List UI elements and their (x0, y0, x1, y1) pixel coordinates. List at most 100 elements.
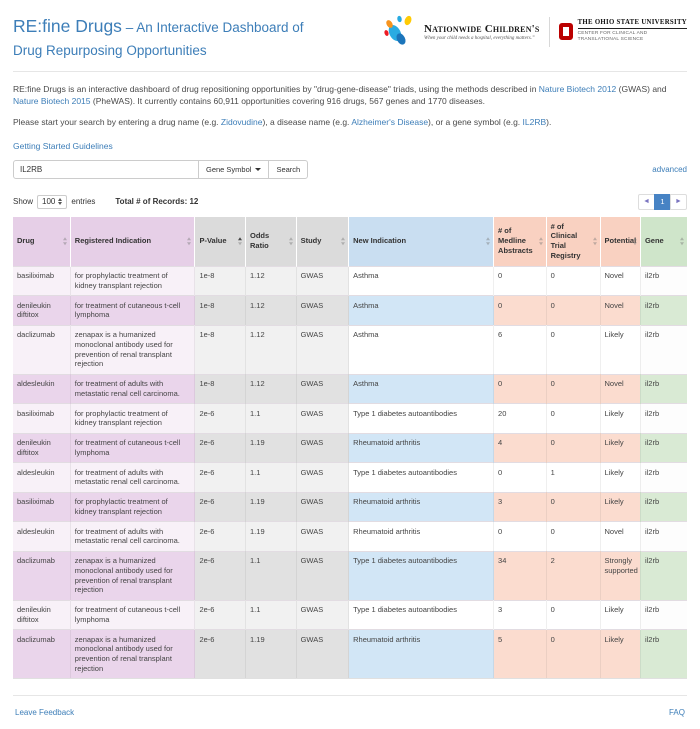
intro: RE:fine Drugs is an interactive dashboar… (13, 83, 687, 160)
cell-drug: aldesleukin (13, 522, 70, 552)
il2rb-example-link[interactable]: IL2RB (523, 117, 547, 127)
nature-biotech-2015-link[interactable]: Nature Biotech 2015 (13, 96, 91, 106)
faq-link[interactable]: FAQ (669, 708, 685, 717)
column-header-new_indication[interactable]: New Indication (349, 217, 494, 267)
cell-pvalue: 1e-8 (195, 266, 246, 296)
sort-icon (341, 237, 345, 245)
column-header-potential[interactable]: Potential (600, 217, 640, 267)
cell-study: GWAS (296, 325, 349, 374)
cell-pvalue: 2e-6 (195, 492, 246, 522)
pagination-page-1-button[interactable]: 1 (654, 194, 671, 210)
cell-drug: aldesleukin (13, 374, 70, 404)
cell-indication: for treatment of adults with metastatic … (70, 522, 195, 552)
cell-new_indication: Asthma (349, 325, 494, 374)
entries-label: entries (71, 197, 95, 206)
cell-potential: Likely (600, 630, 640, 679)
cell-potential: Novel (600, 266, 640, 296)
column-header-gene[interactable]: Gene (640, 217, 687, 267)
intro-text: ). (546, 117, 551, 127)
search-type-dropdown[interactable]: Gene Symbol (198, 160, 269, 179)
cell-drug: aldesleukin (13, 463, 70, 493)
osu-text: The Ohio State University CENTER FOR CLI… (578, 19, 687, 43)
alzheimers-example-link[interactable]: Alzheimer's Disease (351, 117, 428, 127)
cell-medline: 20 (494, 404, 547, 434)
table-row: daclizumabzenapax is a humanized monoclo… (13, 325, 687, 374)
search-input[interactable] (13, 160, 199, 179)
cell-gene: il2rb (640, 325, 687, 374)
sort-icon (486, 237, 490, 245)
cell-pvalue: 2e-6 (195, 551, 246, 600)
cell-medline: 3 (494, 492, 547, 522)
osu-name: The Ohio State University (578, 19, 687, 29)
nature-biotech-2012-link[interactable]: Nature Biotech 2012 (539, 84, 617, 94)
advanced-search-link[interactable]: advanced (652, 165, 687, 174)
cell-new_indication: Type 1 diabetes autoantibodies (349, 551, 494, 600)
column-header-clinical[interactable]: # of Clinical Trial Registry (546, 217, 600, 267)
cell-gene: il2rb (640, 492, 687, 522)
sort-icon (238, 237, 242, 245)
cell-pvalue: 2e-6 (195, 630, 246, 679)
results-table-head: Drug Registered IndicationP-ValueOdds Rat… (13, 217, 687, 267)
table-row: denileukin diftitoxfor treatment of cuta… (13, 433, 687, 463)
cell-medline: 0 (494, 266, 547, 296)
column-header-odds[interactable]: Odds Ratio (246, 217, 297, 267)
cell-gene: il2rb (640, 600, 687, 630)
cell-indication: for prophylactic treatment of kidney tra… (70, 266, 195, 296)
sort-icon (289, 237, 293, 245)
column-header-study[interactable]: Study (296, 217, 349, 267)
leave-feedback-link[interactable]: Leave Feedback (15, 708, 74, 717)
footer: Leave Feedback FAQ (13, 695, 687, 721)
cell-drug: basiliximab (13, 266, 70, 296)
cell-clinical: 0 (546, 404, 600, 434)
cell-new_indication: Rheumatoid arthritis (349, 492, 494, 522)
table-row: daclizumabzenapax is a humanized monoclo… (13, 551, 687, 600)
cell-odds: 1.19 (246, 522, 297, 552)
cell-clinical: 0 (546, 433, 600, 463)
cell-odds: 1.12 (246, 296, 297, 326)
cell-clinical: 1 (546, 463, 600, 493)
cell-odds: 1.12 (246, 325, 297, 374)
pagination-prev-button[interactable]: ◄ (638, 194, 655, 210)
pagination: ◄ 1 ► (639, 194, 687, 210)
cell-odds: 1.19 (246, 492, 297, 522)
show-label: Show (13, 197, 33, 206)
cell-indication: zenapax is a humanized monoclonal antibo… (70, 325, 195, 374)
cell-potential: Likely (600, 463, 640, 493)
column-header-pvalue[interactable]: P-Value (195, 217, 246, 267)
cell-study: GWAS (296, 433, 349, 463)
select-arrows-icon (58, 198, 62, 205)
title-emphasis: RE:fine Drugs (13, 16, 122, 36)
butterflies-icon (383, 14, 421, 49)
table-controls: Show 100 entries Total # of Records: 12 … (13, 194, 687, 210)
getting-started-guidelines-link[interactable]: Getting Started Guidelines (13, 141, 113, 151)
cell-indication: for treatment of cutaneous t-cell lympho… (70, 296, 195, 326)
zidovudine-example-link[interactable]: Zidovudine (221, 117, 263, 127)
cell-gene: il2rb (640, 404, 687, 434)
cell-odds: 1.1 (246, 600, 297, 630)
cell-medline: 3 (494, 600, 547, 630)
cell-clinical: 0 (546, 630, 600, 679)
table-row: denileukin diftitoxfor treatment of cuta… (13, 296, 687, 326)
cell-odds: 1.12 (246, 266, 297, 296)
cell-study: GWAS (296, 522, 349, 552)
column-header-drug[interactable]: Drug (13, 217, 70, 267)
cell-clinical: 0 (546, 492, 600, 522)
ohio-state-logo: The Ohio State University CENTER FOR CLI… (559, 19, 687, 43)
pagination-next-button[interactable]: ► (670, 194, 687, 210)
nationwide-childrens-logo: Nationwide Children's When your child ne… (383, 14, 540, 49)
entries-per-page-select[interactable]: 100 (37, 195, 67, 209)
cell-gene: il2rb (640, 522, 687, 552)
cell-potential: Likely (600, 404, 640, 434)
cell-clinical: 0 (546, 296, 600, 326)
column-header-indication[interactable]: Registered Indication (70, 217, 195, 267)
cell-potential: Strongly supported (600, 551, 640, 600)
search-button[interactable]: Search (268, 160, 308, 179)
cell-clinical: 2 (546, 551, 600, 600)
cell-drug: daclizumab (13, 630, 70, 679)
chevron-down-icon (255, 168, 261, 171)
cell-odds: 1.12 (246, 374, 297, 404)
sort-icon (187, 237, 191, 245)
column-label: Drug (17, 236, 35, 245)
cell-medline: 34 (494, 551, 547, 600)
column-header-medline[interactable]: # of Medline Abstracts (494, 217, 547, 267)
